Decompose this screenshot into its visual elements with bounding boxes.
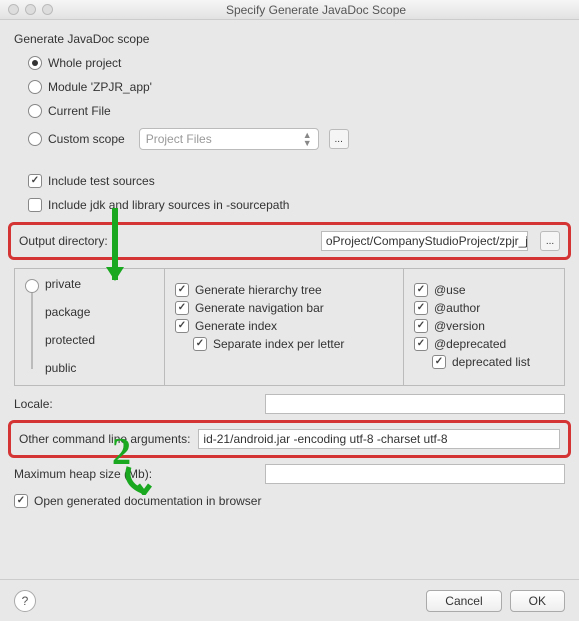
author-label: @author [434, 301, 480, 315]
include-jdk-row[interactable]: Include jdk and library sources in -sour… [28, 198, 565, 212]
radio-custom-scope[interactable] [28, 132, 42, 146]
traffic-lights [8, 4, 53, 15]
deprecated-label: @deprecated [434, 337, 506, 351]
custom-scope-combo[interactable]: Project Files ▲▼ [139, 128, 319, 150]
include-test-sources-checkbox[interactable] [28, 174, 42, 188]
sep-index-checkbox[interactable] [193, 337, 207, 351]
footer: ? Cancel OK [0, 579, 579, 621]
visibility-slider-knob[interactable] [25, 279, 39, 293]
radio-custom-scope-row[interactable]: Custom scope Project Files ▲▼ ... [28, 128, 565, 150]
radio-whole-project-label: Whole project [48, 56, 121, 70]
output-dir-input[interactable]: oProject/CompanyStudioProject/zpjr_javad… [321, 231, 528, 251]
author-row[interactable]: @author [414, 301, 554, 315]
radio-module-row[interactable]: Module 'ZPJR_app' [28, 80, 565, 94]
use-checkbox[interactable] [414, 283, 428, 297]
ok-button[interactable]: OK [510, 590, 565, 612]
deprecated-list-row[interactable]: deprecated list [432, 355, 554, 369]
visibility-protected-label: protected [45, 333, 95, 347]
radio-current-file-row[interactable]: Current File [28, 104, 565, 118]
open-doc-checkbox[interactable] [14, 494, 28, 508]
deprecated-row[interactable]: @deprecated [414, 337, 554, 351]
include-jdk-checkbox[interactable] [28, 198, 42, 212]
use-row[interactable]: @use [414, 283, 554, 297]
open-doc-row[interactable]: Open generated documentation in browser [14, 494, 565, 508]
radio-whole-project[interactable] [28, 56, 42, 70]
gen-options-col: Generate hierarchy tree Generate navigat… [165, 269, 404, 385]
radio-module[interactable] [28, 80, 42, 94]
version-checkbox[interactable] [414, 319, 428, 333]
cancel-button[interactable]: Cancel [426, 590, 501, 612]
radio-custom-scope-label: Custom scope [48, 132, 125, 146]
options-panel: private package protected public Generat… [14, 268, 565, 386]
heap-row: Maximum heap size (Mb): [14, 464, 565, 484]
help-button[interactable]: ? [14, 590, 36, 612]
locale-input[interactable] [265, 394, 565, 414]
radio-whole-project-row[interactable]: Whole project [28, 56, 565, 70]
gen-hierarchy-label: Generate hierarchy tree [195, 283, 322, 297]
close-window-button[interactable] [8, 4, 19, 15]
deprecated-list-label: deprecated list [452, 355, 530, 369]
locale-row: Locale: [14, 394, 565, 414]
minimize-window-button[interactable] [25, 4, 36, 15]
locale-label: Locale: [14, 397, 53, 411]
scope-group-label: Generate JavaDoc scope [14, 32, 565, 46]
titlebar: Specify Generate JavaDoc Scope [0, 0, 579, 20]
sep-index-label: Separate index per letter [213, 337, 344, 351]
chevron-updown-icon: ▲▼ [303, 131, 312, 147]
sep-index-row[interactable]: Separate index per letter [193, 337, 393, 351]
include-test-sources-row[interactable]: Include test sources [28, 174, 565, 188]
visibility-public-label: public [45, 361, 76, 375]
output-dir-highlight: Output directory: oProject/CompanyStudio… [8, 222, 571, 260]
custom-scope-combo-value: Project Files [146, 132, 212, 146]
open-doc-label: Open generated documentation in browser [34, 494, 261, 508]
radio-module-label: Module 'ZPJR_app' [48, 80, 152, 94]
version-row[interactable]: @version [414, 319, 554, 333]
visibility-package-label: package [45, 305, 90, 319]
cmdargs-label: Other command line arguments: [19, 432, 190, 446]
heap-input[interactable] [265, 464, 565, 484]
dialog-content: Generate JavaDoc scope Whole project Mod… [0, 20, 579, 530]
visibility-private-label: private [45, 277, 81, 291]
gen-navbar-checkbox[interactable] [175, 301, 189, 315]
deprecated-checkbox[interactable] [414, 337, 428, 351]
gen-index-checkbox[interactable] [175, 319, 189, 333]
visibility-slider-track[interactable] [31, 285, 33, 369]
zoom-window-button[interactable] [42, 4, 53, 15]
gen-navbar-row[interactable]: Generate navigation bar [175, 301, 393, 315]
tags-col: @use @author @version @deprecated deprec… [404, 269, 564, 385]
radio-current-file[interactable] [28, 104, 42, 118]
author-checkbox[interactable] [414, 301, 428, 315]
gen-navbar-label: Generate navigation bar [195, 301, 324, 315]
visibility-slider-col: private package protected public [15, 269, 165, 385]
gen-index-row[interactable]: Generate index [175, 319, 393, 333]
radio-current-file-label: Current File [48, 104, 111, 118]
include-test-sources-label: Include test sources [48, 174, 155, 188]
output-dir-browse-button[interactable]: ... [540, 231, 560, 251]
gen-index-label: Generate index [195, 319, 277, 333]
custom-scope-browse-button[interactable]: ... [329, 129, 349, 149]
deprecated-list-checkbox[interactable] [432, 355, 446, 369]
gen-hierarchy-row[interactable]: Generate hierarchy tree [175, 283, 393, 297]
include-jdk-label: Include jdk and library sources in -sour… [48, 198, 289, 212]
cmdargs-input[interactable]: id-21/android.jar -encoding utf-8 -chars… [198, 429, 560, 449]
window-title: Specify Generate JavaDoc Scope [61, 3, 571, 17]
version-label: @version [434, 319, 485, 333]
cmdargs-highlight: Other command line arguments: id-21/andr… [8, 420, 571, 458]
heap-label: Maximum heap size (Mb): [14, 467, 152, 481]
output-dir-label: Output directory: [19, 234, 108, 248]
use-label: @use [434, 283, 466, 297]
gen-hierarchy-checkbox[interactable] [175, 283, 189, 297]
